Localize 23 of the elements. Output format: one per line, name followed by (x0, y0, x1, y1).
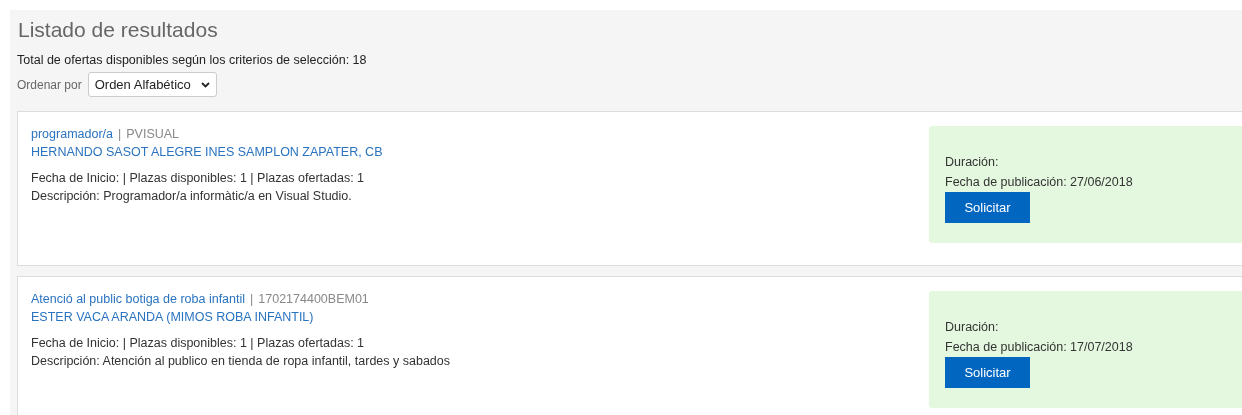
apply-button[interactable]: Solicitar (945, 192, 1030, 223)
publication-date: Fecha de publicación: 27/06/2018 (945, 174, 1133, 191)
title-separator: | (118, 126, 122, 143)
duration-label: Duración: (945, 319, 999, 336)
offer-description: Descripción: Programador/a informàtic/a en Visual Studio. (31, 188, 353, 205)
duration-label: Duración: (945, 154, 999, 171)
offer-details: Fecha de Inicio: | Plazas disponibles: 1 | Plazas ofertadas: 1 (31, 335, 366, 352)
offer-title-link[interactable]: programador/a (31, 125, 113, 143)
total-count: Total de ofertas disponibles según los criterios de selección: 18 (17, 52, 368, 68)
offer-code: PVISUAL (126, 126, 180, 143)
chevron-down-icon (200, 81, 210, 88)
sort-select[interactable]: Orden Alfabético (87, 72, 217, 97)
offer-description: Descripción: Atención al publico en tienda de ropa infantil, tardes y sabados (31, 353, 450, 370)
title-separator: | (250, 291, 254, 308)
sort-label: Ordenar por (17, 76, 82, 94)
company-link[interactable]: HERNANDO SASOT ALEGRE INES SAMPLON ZAPATER, CB (31, 143, 383, 161)
page-heading: Listado de resultados (17, 17, 219, 43)
offer-title-link[interactable]: Atenció al public botiga de roba infantil (31, 290, 246, 308)
offer-code: 1702174400BEM01 (258, 291, 369, 308)
publication-date: Fecha de publicación: 17/07/2018 (945, 339, 1133, 356)
apply-button[interactable]: Solicitar (945, 357, 1030, 388)
company-link[interactable]: ESTER VACA ARANDA (MIMOS ROBA INFANTIL) (31, 308, 450, 326)
offer-details: Fecha de Inicio: | Plazas disponibles: 1 | Plazas ofertadas: 1 (31, 170, 366, 187)
